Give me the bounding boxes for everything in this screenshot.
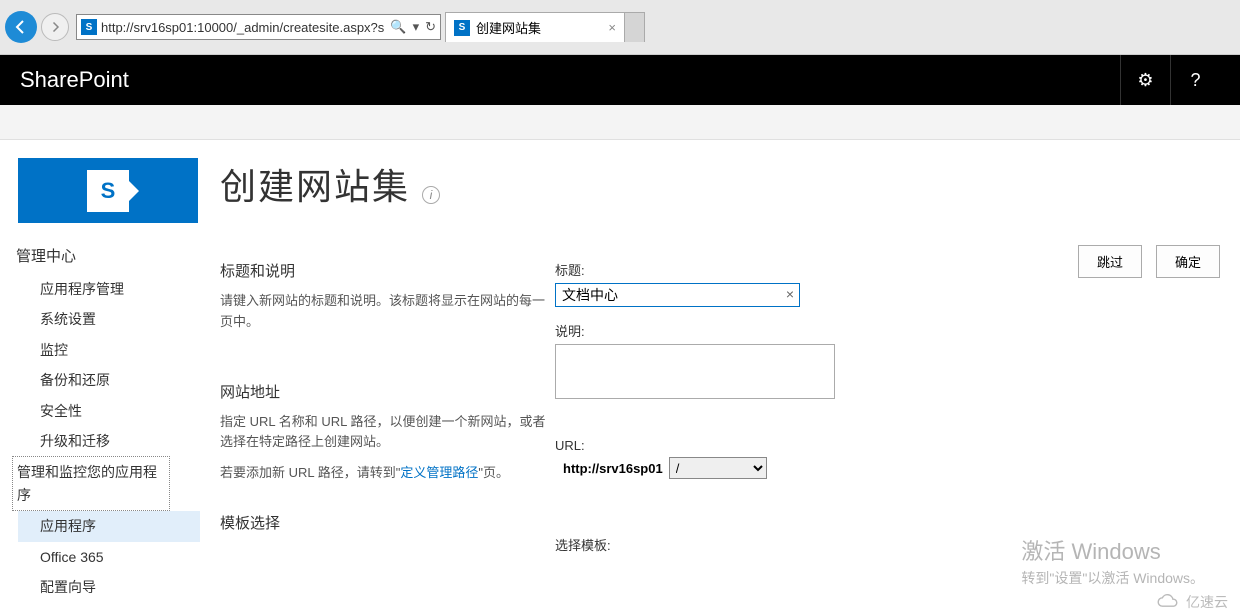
nav-list: 应用程序管理 系统设置 监控 备份和还原 安全性 升级和迁移 管理和监控您的应用… bbox=[18, 274, 200, 602]
address-bar[interactable]: S http://srv16sp01:10000/_admin/createsi… bbox=[76, 14, 441, 40]
url-path-select[interactable]: / bbox=[669, 457, 767, 479]
nav-item-monitor[interactable]: 监控 bbox=[18, 335, 200, 365]
forward-button[interactable] bbox=[41, 13, 69, 41]
form-area: 标题和说明 请键入新网站的标题和说明。该标题将显示在网站的每一页中。 网站地址 … bbox=[220, 260, 1240, 568]
nav-item-manage-apps[interactable]: 管理和监控您的应用程序 bbox=[12, 456, 170, 511]
manage-paths-link[interactable]: 定义管理路径 bbox=[400, 465, 478, 480]
text-post: "页。 bbox=[478, 465, 509, 480]
sharepoint-logo-icon: S bbox=[87, 170, 129, 212]
windows-activation-watermark: 激活 Windows 转到"设置"以激活 Windows。 bbox=[1021, 534, 1204, 588]
search-icon[interactable]: 🔍 bbox=[390, 19, 406, 35]
ribbon-placeholder bbox=[0, 105, 1240, 140]
browser-chrome: S http://srv16sp01:10000/_admin/createsi… bbox=[0, 0, 1240, 55]
nav-item-upgrade[interactable]: 升级和迁移 bbox=[18, 426, 200, 456]
desc-label: 说明: bbox=[555, 321, 1240, 340]
desc-textarea[interactable] bbox=[555, 344, 835, 399]
tab-favicon: S bbox=[454, 20, 470, 36]
nav-header[interactable]: 管理中心 bbox=[16, 245, 200, 266]
field-url: URL: http://srv16sp01 / bbox=[555, 438, 1240, 479]
nav-item-system[interactable]: 系统设置 bbox=[18, 304, 200, 334]
help-icon: ? bbox=[1190, 70, 1200, 91]
addr-dropdown-icon[interactable]: ▾ bbox=[413, 19, 420, 35]
section-header: 模板选择 bbox=[220, 512, 555, 533]
browser-tab[interactable]: S 创建网站集 × bbox=[445, 12, 625, 42]
suite-actions: ⚙ ? bbox=[1120, 55, 1220, 105]
sharepoint-logo-tile[interactable]: S bbox=[18, 158, 198, 223]
back-button[interactable] bbox=[5, 11, 37, 43]
section-body: 请键入新网站的标题和说明。该标题将显示在网站的每一页中。 bbox=[220, 291, 555, 333]
browser-nav-buttons bbox=[0, 11, 72, 43]
section-site-address: 网站地址 指定 URL 名称和 URL 路径，以便创建一个新网站，或者选择在特定… bbox=[220, 381, 555, 484]
nav-item-wizard[interactable]: 配置向导 bbox=[18, 572, 200, 602]
clear-input-icon[interactable]: × bbox=[786, 286, 794, 302]
activation-title: 激活 Windows bbox=[1021, 534, 1204, 566]
field-description: 说明: bbox=[555, 321, 1240, 402]
new-tab-button[interactable] bbox=[625, 12, 645, 42]
url-text: http://srv16sp01:10000/_admin/createsite… bbox=[101, 20, 390, 35]
action-buttons: 跳过 确定 bbox=[1078, 245, 1220, 278]
brand-label: SharePoint bbox=[20, 67, 129, 93]
ok-button[interactable]: 确定 bbox=[1156, 245, 1220, 278]
nav-item-backup[interactable]: 备份和还原 bbox=[18, 365, 200, 395]
title-input[interactable] bbox=[555, 283, 800, 307]
title-input-wrap: × bbox=[555, 283, 800, 307]
nav-item-apps[interactable]: 应用程序 bbox=[18, 511, 200, 541]
suite-bar: SharePoint ⚙ ? bbox=[0, 55, 1240, 105]
section-header: 标题和说明 bbox=[220, 260, 555, 281]
tab-title: 创建网站集 bbox=[476, 18, 541, 37]
page-title-row: 创建网站集 i bbox=[220, 158, 1240, 210]
close-tab-icon[interactable]: × bbox=[608, 20, 616, 35]
url-label: URL: bbox=[555, 438, 1240, 453]
url-prefix: http://srv16sp01 bbox=[555, 461, 663, 476]
sidebar: S 管理中心 应用程序管理 系统设置 监控 备份和还原 安全性 升级和迁移 管理… bbox=[0, 140, 200, 616]
activation-sub: 转到"设置"以激活 Windows。 bbox=[1021, 568, 1204, 588]
tab-bar: S 创建网站集 × bbox=[445, 12, 645, 42]
refresh-icon[interactable]: ↻ bbox=[425, 19, 436, 35]
skip-button[interactable]: 跳过 bbox=[1078, 245, 1142, 278]
nav-item-security[interactable]: 安全性 bbox=[18, 396, 200, 426]
cloud-icon bbox=[1154, 593, 1182, 611]
section-body-2: 若要添加新 URL 路径，请转到"定义管理路径"页。 bbox=[220, 463, 555, 484]
page-title: 创建网站集 bbox=[220, 158, 410, 210]
settings-button[interactable]: ⚙ bbox=[1120, 55, 1170, 105]
section-template: 模板选择 bbox=[220, 512, 555, 533]
arrow-right-icon bbox=[49, 21, 61, 33]
nav-item-app-mgmt[interactable]: 应用程序管理 bbox=[18, 274, 200, 304]
address-controls: 🔍 ▾ ↻ bbox=[390, 19, 436, 35]
arrow-left-icon bbox=[13, 19, 29, 35]
info-icon[interactable]: i bbox=[422, 186, 440, 204]
section-title-desc: 标题和说明 请键入新网站的标题和说明。该标题将显示在网站的每一页中。 bbox=[220, 260, 555, 333]
site-icon: S bbox=[81, 19, 97, 35]
text-pre: 若要添加新 URL 路径，请转到" bbox=[220, 465, 400, 480]
cloud-text: 亿速云 bbox=[1186, 592, 1228, 612]
section-body: 指定 URL 名称和 URL 路径，以便创建一个新网站，或者选择在特定路径上创建… bbox=[220, 412, 555, 454]
nav-item-office365[interactable]: Office 365 bbox=[18, 542, 200, 572]
help-button[interactable]: ? bbox=[1170, 55, 1220, 105]
form-sections: 标题和说明 请键入新网站的标题和说明。该标题将显示在网站的每一页中。 网站地址 … bbox=[220, 260, 555, 568]
section-header: 网站地址 bbox=[220, 381, 555, 402]
gear-icon: ⚙ bbox=[1137, 70, 1153, 91]
cloud-watermark: 亿速云 bbox=[1154, 592, 1228, 612]
url-row: http://srv16sp01 / bbox=[555, 457, 1240, 479]
form-fields: 标题: × 说明: URL: http://srv16sp01 / bbox=[555, 260, 1240, 568]
